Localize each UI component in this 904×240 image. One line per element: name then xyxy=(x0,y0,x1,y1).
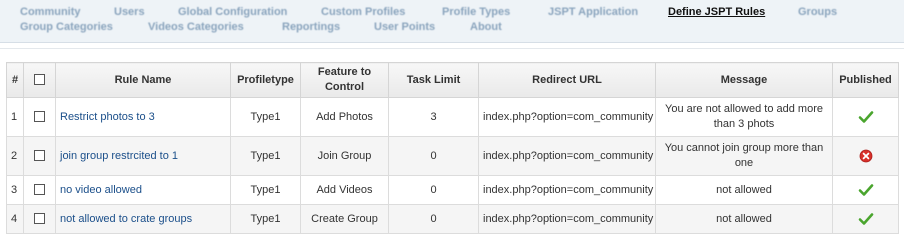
row-select xyxy=(23,175,56,205)
header-message[interactable]: Message xyxy=(655,62,833,98)
published-cell xyxy=(832,97,899,137)
nav-user-points[interactable]: User Points xyxy=(374,21,435,33)
feature-cell: Add Photos xyxy=(300,97,389,137)
row-select xyxy=(23,136,56,176)
message-cell: You are not allowed to add more than 3 p… xyxy=(655,97,833,137)
table-row: 2 join group restrcited to 1 Type1 Join … xyxy=(6,136,899,176)
table-row: 3 no video allowed Type1 Add Videos 0 in… xyxy=(6,175,899,205)
rule-name-cell: no video allowed xyxy=(55,175,231,205)
row-checkbox[interactable] xyxy=(34,150,45,162)
rule-name-cell: not allowed to crate groups xyxy=(55,204,231,234)
rule-name-link[interactable]: no video allowed xyxy=(60,184,142,196)
rule-name-cell: Restrict photos to 3 xyxy=(55,97,231,137)
profiletype-cell: Type1 xyxy=(230,97,301,137)
submenu: Community Users Global Configuration Cus… xyxy=(0,0,904,43)
nav-videos-categories[interactable]: Videos Categories xyxy=(148,21,244,33)
nav-users[interactable]: Users xyxy=(114,6,145,18)
redirect-url-cell: index.php?option=com_community xyxy=(478,136,656,176)
redirect-url-cell: index.php?option=com_community xyxy=(478,97,656,137)
rule-name-link[interactable]: Restrict photos to 3 xyxy=(60,111,155,123)
table-header-row: # Rule Name Profiletype Feature to Contr… xyxy=(6,62,899,98)
row-num: 2 xyxy=(6,136,24,176)
nav-profile-types[interactable]: Profile Types xyxy=(442,6,510,18)
message-cell: You cannot join group more than one xyxy=(655,136,833,176)
header-select-all xyxy=(23,62,56,98)
row-num: 4 xyxy=(6,204,24,234)
rule-name-cell: join group restrcited to 1 xyxy=(55,136,231,176)
unpublished-x-icon[interactable] xyxy=(859,149,873,162)
feature-cell: Create Group xyxy=(300,204,389,234)
redirect-url-cell: index.php?option=com_community xyxy=(478,204,656,234)
profiletype-cell: Type1 xyxy=(230,175,301,205)
nav-jspt-application[interactable]: JSPT Application xyxy=(548,6,638,18)
header-task-limit[interactable]: Task Limit xyxy=(388,62,479,98)
task-limit-cell: 0 xyxy=(388,175,479,205)
header-num: # xyxy=(6,62,24,98)
message-cell: not allowed xyxy=(655,204,833,234)
nav-community[interactable]: Community xyxy=(20,6,81,18)
check-icon[interactable] xyxy=(858,183,874,196)
nav-groups[interactable]: Groups xyxy=(798,6,837,18)
header-profiletype[interactable]: Profiletype xyxy=(230,62,301,98)
feature-cell: Join Group xyxy=(300,136,389,176)
rule-name-link[interactable]: not allowed to crate groups xyxy=(60,213,192,225)
published-cell xyxy=(832,204,899,234)
message-cell: not allowed xyxy=(655,175,833,205)
header-published[interactable]: Published xyxy=(832,62,899,98)
check-icon[interactable] xyxy=(858,212,874,225)
rule-name-link[interactable]: join group restrcited to 1 xyxy=(60,150,178,162)
row-num: 1 xyxy=(6,97,24,137)
row-num: 3 xyxy=(6,175,24,205)
select-all-checkbox[interactable] xyxy=(34,74,45,86)
row-checkbox[interactable] xyxy=(34,184,45,196)
table-row: 1 Restrict photos to 3 Type1 Add Photos … xyxy=(6,97,899,137)
header-redirect-url[interactable]: Redirect URL xyxy=(478,62,656,98)
nav-about[interactable]: About xyxy=(470,21,502,33)
task-limit-cell: 0 xyxy=(388,204,479,234)
table-row: 4 not allowed to crate groups Type1 Crea… xyxy=(6,204,899,234)
nav-define-jspt-rules[interactable]: Define JSPT Rules xyxy=(668,6,765,18)
check-icon[interactable] xyxy=(858,110,874,123)
nav-global-configuration[interactable]: Global Configuration xyxy=(178,6,287,18)
task-limit-cell: 0 xyxy=(388,136,479,176)
nav-group-categories[interactable]: Group Categories xyxy=(20,21,113,33)
row-checkbox[interactable] xyxy=(34,213,45,225)
header-feature[interactable]: Feature to Control xyxy=(300,62,389,98)
row-checkbox[interactable] xyxy=(34,111,45,123)
header-rule-name[interactable]: Rule Name xyxy=(55,62,231,98)
row-select xyxy=(23,204,56,234)
task-limit-cell: 3 xyxy=(388,97,479,137)
feature-cell: Add Videos xyxy=(300,175,389,205)
redirect-url-cell: index.php?option=com_community xyxy=(478,175,656,205)
published-cell xyxy=(832,175,899,205)
row-select xyxy=(23,97,56,137)
profiletype-cell: Type1 xyxy=(230,136,301,176)
nav-reportings[interactable]: Reportings xyxy=(282,21,340,33)
published-cell xyxy=(832,136,899,176)
rules-table: # Rule Name Profiletype Feature to Contr… xyxy=(6,62,899,234)
divider xyxy=(0,48,904,49)
nav-custom-profiles[interactable]: Custom Profiles xyxy=(321,6,405,18)
profiletype-cell: Type1 xyxy=(230,204,301,234)
